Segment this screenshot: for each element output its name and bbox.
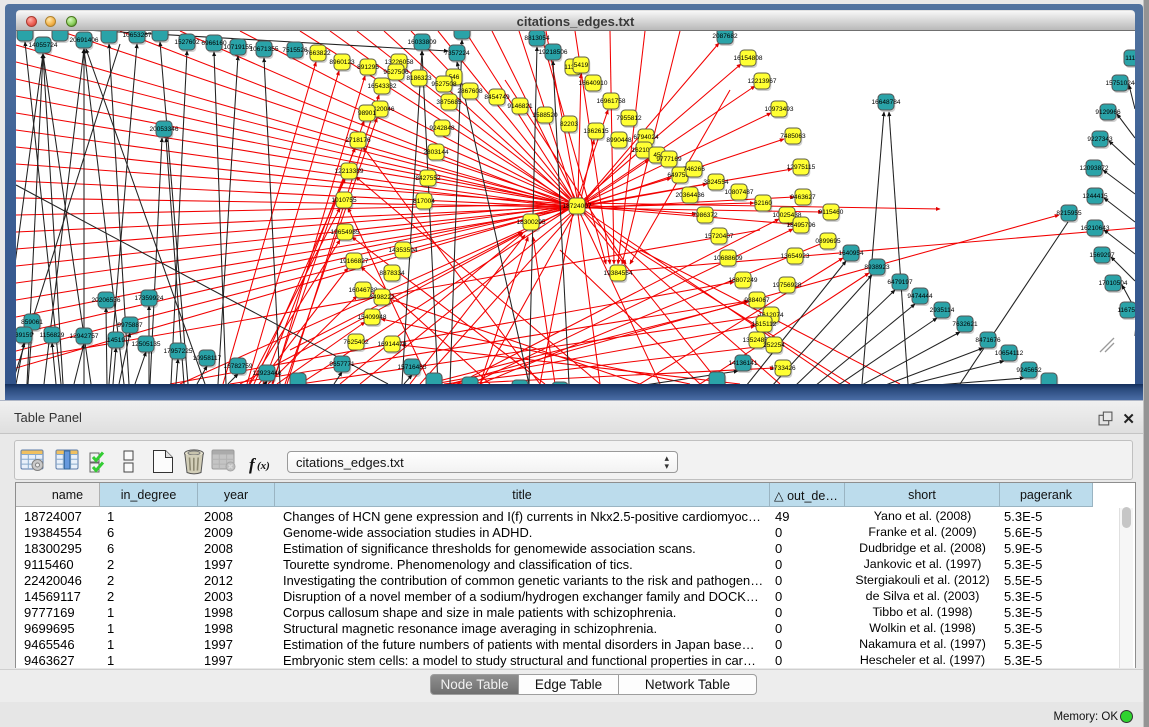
svg-text:10973493: 10973493 [765,106,794,113]
svg-text:746266: 746266 [683,166,705,173]
svg-text:5419: 5419 [574,62,589,69]
svg-text:16648784: 16648784 [872,99,901,106]
svg-text:1569297: 1569297 [1089,252,1115,259]
svg-text:817004: 817004 [413,198,435,205]
svg-text:8471676: 8471676 [975,337,1001,344]
svg-text:6794024: 6794024 [633,134,659,141]
svg-text:1010755: 1010755 [331,197,357,204]
svg-text:8186323: 8186323 [406,75,432,82]
svg-text:2867608: 2867608 [457,88,483,95]
svg-text:10807487: 10807487 [725,189,754,196]
svg-text:7663822: 7663822 [305,50,331,57]
svg-text:8960123: 8960123 [329,59,355,66]
svg-text:16543382: 16543382 [368,83,397,90]
svg-text:1112: 1112 [1125,55,1135,62]
svg-text:1588520: 1588520 [532,112,558,119]
svg-text:18807249: 18807249 [729,277,758,284]
svg-text:19654985: 19654985 [331,229,360,236]
svg-text:9777169: 9777169 [656,156,682,163]
svg-text:1733426: 1733426 [770,365,796,372]
svg-text:16640910: 16640910 [579,80,608,87]
svg-text:252254: 252254 [763,342,785,349]
svg-text:9245652: 9245652 [1016,367,1042,374]
svg-text:16046738: 16046738 [349,287,378,294]
svg-text:8813054: 8813054 [524,35,550,42]
svg-text:18495796: 18495796 [787,222,816,229]
svg-text:8878334: 8878334 [379,270,405,277]
svg-text:9463627: 9463627 [790,194,816,201]
svg-text:2803144: 2803144 [423,149,449,156]
svg-text:19384554: 19384554 [604,270,633,277]
svg-text:7357224: 7357224 [444,50,470,57]
svg-text:1244415: 1244415 [1082,193,1108,200]
svg-text:16914479: 16914479 [378,341,407,348]
svg-text:15720407: 15720407 [705,233,734,240]
svg-text:19166827: 19166827 [340,258,369,265]
svg-text:15751024: 15751024 [1106,80,1135,87]
svg-text:9527506: 9527506 [383,69,409,76]
svg-text:19756928: 19756928 [773,282,802,289]
svg-text:62160: 62160 [754,200,772,207]
svg-text:14353594: 14353594 [389,247,418,254]
svg-text:2718176: 2718176 [345,137,371,144]
svg-text:8938923: 8938923 [864,264,890,271]
svg-text:15716485: 15716485 [398,364,427,371]
svg-text:8454749: 8454749 [484,94,510,101]
svg-text:16210643: 16210643 [1081,225,1110,232]
svg-text:9474444: 9474444 [907,293,933,300]
svg-text:82203: 82203 [560,121,578,128]
svg-text:3498222: 3498222 [369,294,395,301]
svg-text:16154808: 16154808 [734,55,763,62]
svg-text:20364436: 20364436 [676,192,705,199]
svg-text:12975115: 12975115 [787,164,816,171]
svg-text:3824554: 3824554 [703,179,729,186]
svg-text:6479197: 6479197 [887,279,913,286]
svg-text:9227343: 9227343 [1087,136,1113,143]
svg-text:7485063: 7485063 [780,133,806,140]
svg-text:18300295: 18300295 [517,219,546,226]
svg-text:(x): (x) [257,460,270,472]
svg-text:3875685: 3875685 [436,99,462,106]
svg-text:891295: 891295 [357,64,379,71]
svg-text:9884067: 9884067 [744,297,770,304]
svg-text:9242848: 9242848 [429,125,455,132]
svg-text:9115460: 9115460 [819,209,844,216]
svg-text:8427552: 8427552 [415,175,441,182]
svg-text:16033809: 16033809 [408,39,437,46]
svg-text:2935114: 2935114 [930,307,955,314]
svg-text:12093872: 12093872 [1080,165,1109,172]
svg-text:17010504: 17010504 [1099,280,1128,287]
svg-text:13654923: 13654923 [781,253,810,260]
svg-text:12213967: 12213967 [748,78,777,85]
svg-text:9527508: 9527508 [431,81,457,88]
svg-text:2087682: 2087682 [712,33,738,40]
svg-text:7632621: 7632621 [952,321,978,328]
svg-text:9129966: 9129966 [1095,109,1121,116]
svg-text:7986372: 7986372 [692,212,718,219]
svg-text:f: f [249,455,257,474]
svg-text:9657771: 9657771 [329,361,355,368]
svg-text:18724007: 18724007 [563,203,592,210]
svg-text:1362615: 1362615 [583,128,609,135]
svg-text:0899695: 0899695 [815,238,841,245]
svg-text:7955812: 7955812 [616,115,642,122]
svg-text:16961758: 16961758 [597,98,626,105]
svg-text:10688609: 10688609 [714,255,743,262]
svg-text:98901: 98901 [358,110,376,117]
svg-text:8215955: 8215955 [1056,210,1082,217]
svg-text:15409948: 15409948 [358,314,387,321]
svg-text:9146821: 9146821 [507,103,533,110]
svg-text:19218506: 19218506 [539,49,568,56]
svg-text:8990448: 8990448 [606,137,632,144]
svg-text:1615112: 1615112 [752,321,777,328]
svg-text:1640954: 1640954 [838,250,864,257]
svg-text:14136141: 14136141 [729,360,758,367]
svg-text:10654112: 10654112 [995,350,1024,357]
svg-text:116753: 116753 [1117,307,1135,314]
svg-text:7625402: 7625402 [343,339,369,346]
svg-text:12213389: 12213389 [335,168,364,175]
